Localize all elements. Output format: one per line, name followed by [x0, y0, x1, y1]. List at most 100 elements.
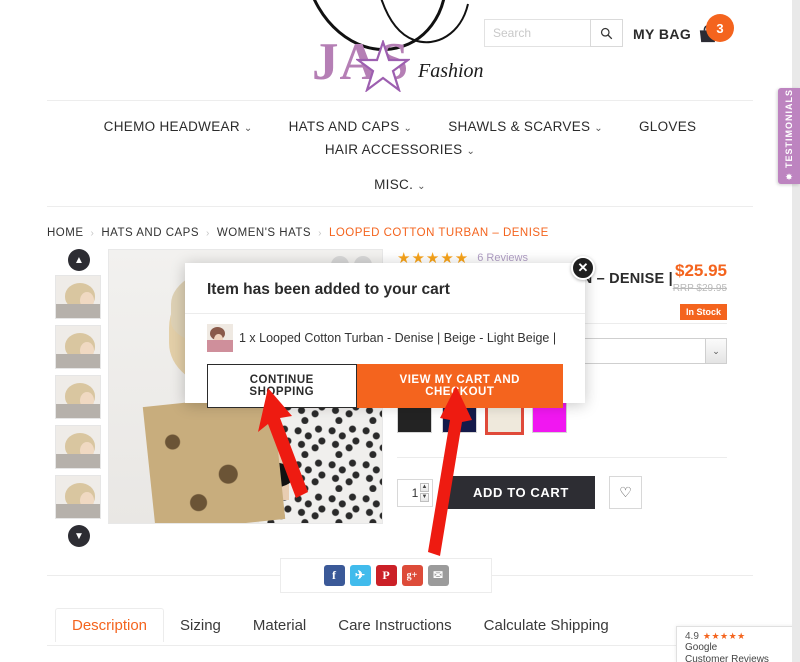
star-icon: ✸ — [785, 172, 793, 182]
search-button[interactable] — [590, 19, 623, 47]
googleplus-icon[interactable]: g+ — [401, 565, 423, 586]
purchase-row: 1 ▲ ▼ ADD TO CART ♡ — [397, 476, 727, 509]
thumb-shape — [207, 340, 233, 352]
chevron-down-icon: ⌄ — [417, 181, 426, 192]
divider — [47, 645, 753, 646]
breadcrumb-separator-icon: › — [318, 227, 322, 239]
breadcrumb-current: LOOPED COTTON TURBAN – DENISE — [328, 227, 549, 239]
logo-tagline: Fashion — [418, 60, 484, 82]
wishlist-button[interactable]: ♡ — [609, 476, 642, 509]
thumbnail-item[interactable] — [55, 425, 101, 469]
thumb-shape — [56, 354, 100, 368]
social-share-bar: f ✈ P g+ ✉ — [280, 558, 492, 593]
thumb-shape — [56, 504, 100, 518]
search-input[interactable] — [484, 19, 590, 47]
chevron-down-icon: ⌄ — [403, 123, 413, 134]
facebook-icon[interactable]: f — [323, 565, 345, 586]
google-reviews-rating-row: 4.9 ★★★★★ — [685, 631, 792, 642]
breadcrumb-separator-icon: › — [206, 227, 210, 239]
cart-item-text: 1 x Looped Cotton Turban - Denise | Beig… — [239, 331, 557, 345]
thumbnails-scroll-up-button[interactable]: ▲ — [68, 249, 90, 271]
site-header: JAS Fashion MY BAG 3 — [0, 0, 800, 100]
nav-item-misc[interactable]: MISC. ⌄ — [356, 173, 444, 196]
quantity-decrement-button[interactable]: ▼ — [420, 492, 429, 502]
chevron-down-icon: ⌄ — [466, 146, 476, 157]
product-page: JAS Fashion MY BAG 3 — [0, 0, 800, 662]
quantity-value: 1 — [411, 485, 419, 500]
nav-row-primary: CHEMO HEADWEAR ⌄ HATS AND CAPS ⌄ SHAWLS & … — [47, 115, 753, 161]
site-logo[interactable]: JAS Fashion — [296, 0, 496, 94]
nav-row-secondary: MISC. ⌄ — [47, 173, 753, 196]
search-icon — [600, 27, 613, 39]
thumbnail-item[interactable] — [55, 475, 101, 519]
google-reviews-brand: Google — [685, 642, 718, 653]
thumbnail-item[interactable] — [55, 375, 101, 419]
thumb-shape — [56, 404, 100, 418]
nav-item-shawls-and-scarves[interactable]: SHAWLS & SCARVES ⌄ — [430, 115, 621, 138]
nav-label: GLOVES — [638, 119, 697, 134]
thumb-shape — [56, 304, 100, 318]
product-detail-tabs: Description Sizing Material Care Instruc… — [55, 608, 625, 642]
google-reviews-subtitle: Customer Reviews — [685, 654, 769, 662]
breadcrumb-item-hats-and-caps[interactable]: HATS AND CAPS — [101, 227, 199, 239]
view-cart-checkout-button[interactable]: VIEW MY CART AND CHECKOUT — [356, 364, 563, 408]
quantity-spinner: ▲ ▼ — [420, 482, 429, 502]
heart-icon: ♡ — [619, 484, 632, 500]
modal-cart-line-item: 1 x Looped Cotton Turban - Denise | Beig… — [185, 314, 585, 364]
nav-item-gloves[interactable]: GLOVES — [621, 115, 714, 138]
breadcrumb-item-home[interactable]: HOME — [47, 227, 84, 239]
google-reviews-stars-icon: ★★★★★ — [702, 631, 746, 641]
breadcrumb-separator-icon: › — [90, 227, 95, 239]
nav-item-hats-and-caps[interactable]: HATS AND CAPS ⌄ — [271, 115, 431, 138]
cart-item-thumbnail — [207, 324, 233, 352]
quantity-increment-button[interactable]: ▲ — [420, 482, 429, 492]
tab-calculate-shipping[interactable]: Calculate Shipping — [468, 609, 625, 642]
nav-label: MISC. — [374, 177, 414, 192]
chevron-down-icon[interactable]: ⌄ — [705, 339, 726, 363]
thumbnails-scroll-down-button[interactable]: ▼ — [68, 525, 90, 547]
testimonials-tab[interactable]: TESTIMONIALS ✸ — [778, 88, 800, 184]
email-icon[interactable]: ✉ — [427, 565, 449, 586]
image-scarf-shape — [142, 393, 286, 523]
thumb-shape — [56, 454, 100, 468]
thumbnail-item[interactable] — [55, 275, 101, 319]
bag-count-badge: 3 — [706, 14, 734, 42]
price-block: $25.95 RRP $29.95 In Stock — [673, 261, 727, 320]
nav-label: SHAWLS & SCARVES — [448, 119, 591, 134]
thumbnail-strip: ▲ ▼ — [55, 249, 103, 551]
nav-label: CHEMO HEADWEAR — [103, 119, 240, 134]
thumbnail-item[interactable] — [55, 325, 101, 369]
continue-shopping-button[interactable]: CONTINUE SHOPPING — [207, 364, 357, 408]
tab-material[interactable]: Material — [237, 609, 322, 642]
breadcrumb-item-womens-hats[interactable]: WOMEN'S HATS — [217, 227, 311, 239]
product-rrp: RRP $29.95 — [672, 283, 727, 294]
search-box[interactable] — [484, 19, 623, 47]
modal-actions: CONTINUE SHOPPING VIEW MY CART AND CHECK… — [185, 364, 585, 408]
divider — [397, 457, 727, 458]
my-bag-label: MY BAG — [633, 26, 692, 42]
nav-label: HATS AND CAPS — [288, 119, 400, 134]
google-reviews-score: 4.9 — [685, 631, 699, 642]
twitter-icon[interactable]: ✈ — [349, 565, 371, 586]
nav-item-hair-accessories[interactable]: HAIR ACCESSORIES ⌄ — [307, 138, 493, 161]
main-navigation: CHEMO HEADWEAR ⌄ HATS AND CAPS ⌄ SHAWLS & … — [47, 100, 753, 207]
quantity-stepper[interactable]: 1 ▲ ▼ — [397, 478, 433, 507]
tab-care-instructions[interactable]: Care Instructions — [322, 609, 467, 642]
add-to-cart-button[interactable]: ADD TO CART — [447, 476, 595, 509]
nav-item-chemo-headwear[interactable]: CHEMO HEADWEAR ⌄ — [86, 115, 271, 138]
tab-sizing[interactable]: Sizing — [164, 609, 237, 642]
nav-label: HAIR ACCESSORIES — [324, 142, 463, 157]
logo-star-icon — [356, 40, 410, 92]
chevron-down-icon: ⌄ — [594, 123, 603, 134]
pinterest-icon[interactable]: P — [375, 565, 397, 586]
breadcrumb: HOME › HATS AND CAPS › WOMEN'S HATS › LO… — [47, 227, 800, 239]
product-price: $25.95 — [675, 261, 727, 280]
tab-description[interactable]: Description — [55, 608, 165, 642]
cart-added-modal: Item has been added to your cart 1 x Loo… — [185, 263, 585, 408]
status-badge: In Stock — [679, 304, 727, 320]
close-icon[interactable]: ✕ — [571, 256, 595, 280]
google-customer-reviews-widget[interactable]: 4.9 ★★★★★ Google Customer Reviews — [676, 626, 800, 662]
chevron-down-icon: ⌄ — [243, 123, 253, 134]
modal-title: Item has been added to your cart — [185, 263, 585, 314]
testimonials-label: TESTIMONIALS — [784, 89, 794, 168]
